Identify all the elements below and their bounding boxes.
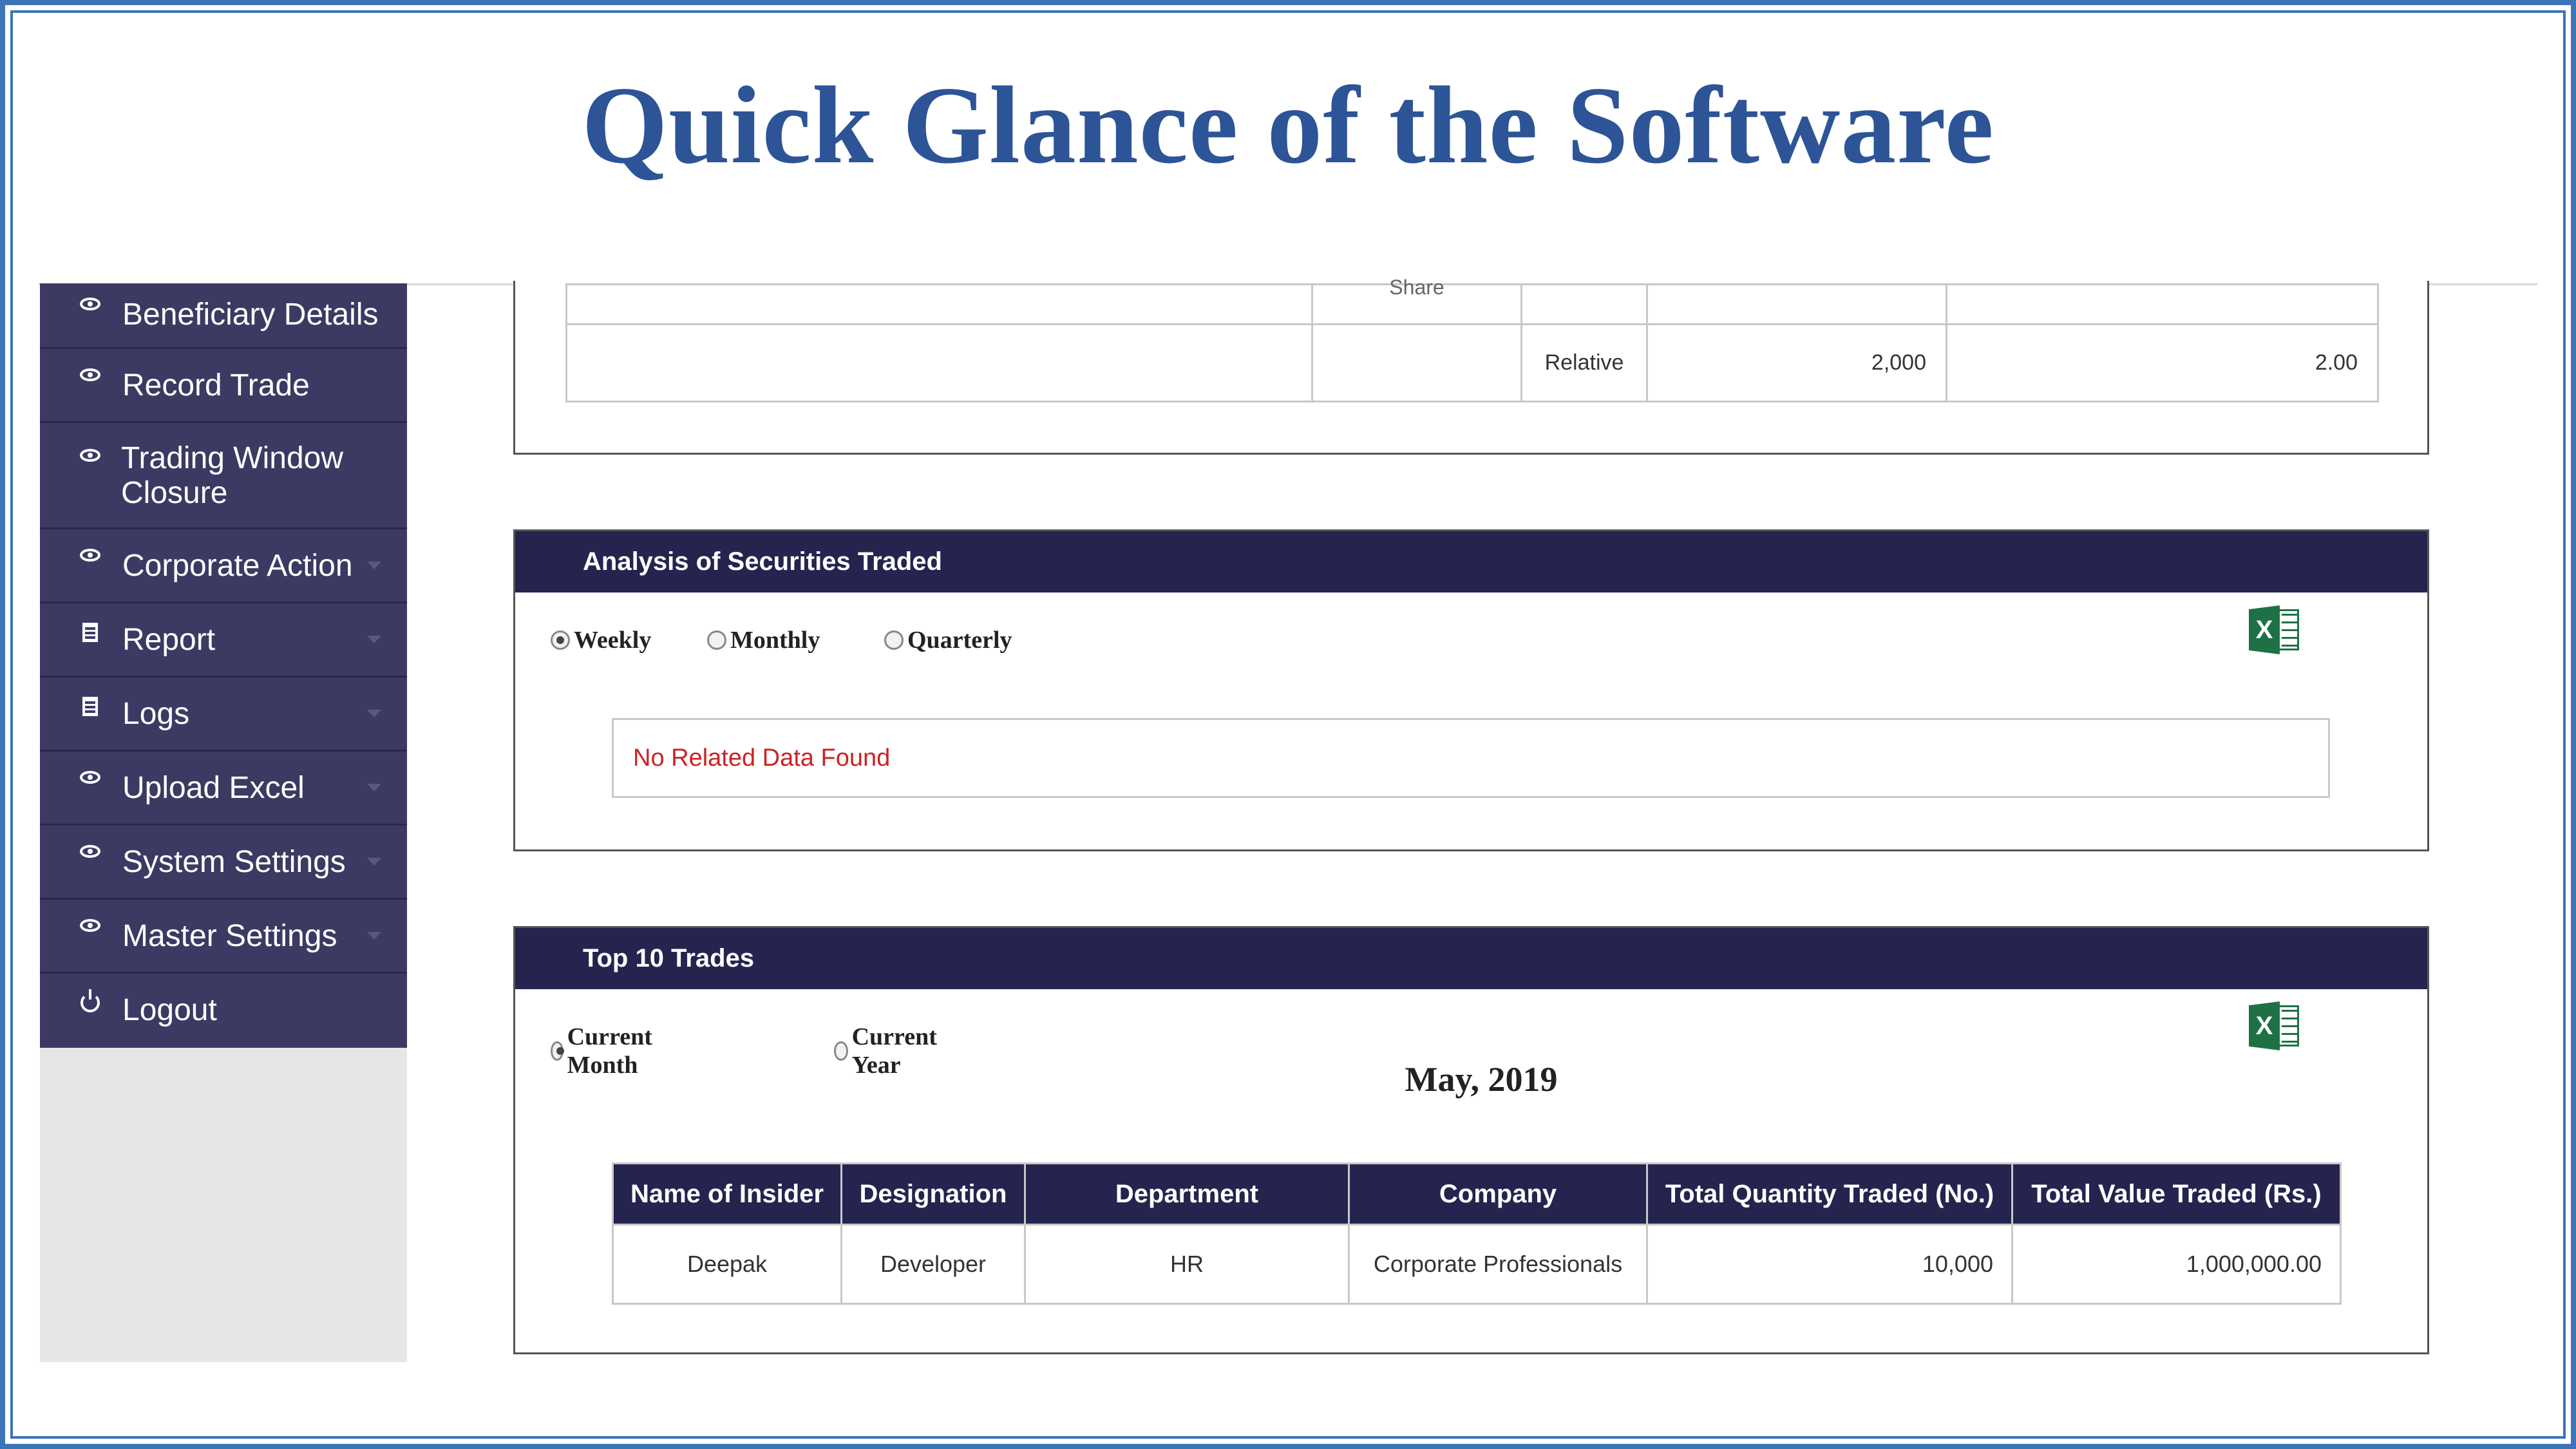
column-header: Total Quantity Traded (No.) bbox=[1646, 1162, 2013, 1226]
radio-icon bbox=[551, 1041, 564, 1061]
relation-cell: Relative bbox=[1520, 323, 1648, 402]
sidebar-item-label: Trading Window Closure bbox=[121, 441, 344, 510]
column-header: Name of Insider bbox=[612, 1162, 842, 1226]
sidebar-item-label: Report bbox=[122, 623, 216, 657]
sidebar: Beneficiary Details Record Trade Trading… bbox=[40, 283, 407, 1362]
designation-cell: Developer bbox=[840, 1224, 1026, 1305]
sidebar-menu: Beneficiary Details Record Trade Trading… bbox=[40, 283, 407, 1048]
sidebar-item-record-trade[interactable]: Record Trade bbox=[40, 349, 407, 423]
eye-icon bbox=[71, 549, 109, 562]
sidebar-item-label: Logs bbox=[122, 697, 190, 731]
sidebar-item-master-settings[interactable]: Master Settings bbox=[40, 900, 407, 974]
eye-icon bbox=[71, 368, 109, 381]
chevron-down-icon bbox=[367, 932, 381, 940]
document-icon bbox=[71, 697, 109, 716]
eye-icon bbox=[71, 449, 109, 462]
radio-icon bbox=[551, 630, 570, 650]
slide-title: Quick Glance of the Software bbox=[582, 64, 1994, 187]
chevron-down-icon bbox=[367, 858, 381, 866]
sidebar-item-label: Upload Excel bbox=[122, 771, 305, 805]
sidebar-item-report[interactable]: Report bbox=[40, 603, 407, 677]
radio-quarterly[interactable]: Quarterly bbox=[884, 626, 1012, 654]
chevron-down-icon bbox=[367, 710, 381, 717]
sidebar-item-label: System Settings bbox=[122, 845, 346, 879]
period-label: May, 2019 bbox=[1405, 1060, 1558, 1099]
truncated-cell: Share bbox=[1311, 277, 1522, 325]
analysis-panel: Analysis of Securities Traded bbox=[513, 529, 2429, 851]
quantity-cell: 10,000 bbox=[1646, 1224, 2013, 1305]
sidebar-item-corporate-action[interactable]: Corporate Action bbox=[40, 529, 407, 603]
document-icon bbox=[71, 623, 109, 642]
panel-title: Analysis of Securities Traded bbox=[515, 531, 2427, 592]
chevron-down-icon bbox=[367, 636, 381, 643]
value-cell: 1,000,000.00 bbox=[2011, 1224, 2342, 1305]
quantity-cell: 2,000 bbox=[1646, 323, 1947, 402]
table-row: Relative 2,000 2.00 bbox=[565, 323, 2379, 402]
eye-icon bbox=[71, 919, 109, 932]
radio-current-year[interactable]: Current Year bbox=[834, 1023, 942, 1079]
column-header: Total Value Traded (Rs.) bbox=[2011, 1162, 2342, 1226]
sidebar-item-system-settings[interactable]: System Settings bbox=[40, 826, 407, 900]
radio-monthly[interactable]: Monthly bbox=[707, 626, 820, 654]
department-cell: HR bbox=[1024, 1224, 1350, 1305]
column-header: Department bbox=[1024, 1162, 1350, 1226]
power-icon bbox=[71, 989, 109, 1012]
sidebar-item-trading-window-closure[interactable]: Trading Window Closure bbox=[40, 423, 407, 529]
sidebar-item-label: Beneficiary Details bbox=[122, 298, 379, 332]
sidebar-item-beneficiary-details[interactable]: Beneficiary Details bbox=[40, 283, 407, 349]
sidebar-item-label: Master Settings bbox=[122, 919, 337, 953]
radio-icon bbox=[884, 630, 904, 650]
eye-icon bbox=[71, 298, 109, 310]
value-cell: 2.00 bbox=[1946, 323, 2379, 402]
radio-weekly[interactable]: Weekly bbox=[551, 626, 651, 654]
sidebar-item-label: Corporate Action bbox=[122, 549, 353, 583]
sidebar-item-label: Logout bbox=[122, 993, 217, 1027]
chevron-down-icon bbox=[367, 562, 381, 569]
company-cell: Corporate Professionals bbox=[1348, 1224, 1648, 1305]
eye-icon bbox=[71, 845, 109, 858]
chevron-down-icon bbox=[367, 784, 381, 791]
radio-current-month[interactable]: Current Month bbox=[551, 1023, 659, 1079]
sidebar-item-logs[interactable]: Logs bbox=[40, 677, 407, 752]
radio-icon bbox=[707, 630, 726, 650]
table-row: Deepak Developer HR Corporate Profession… bbox=[612, 1224, 2342, 1305]
radio-icon bbox=[834, 1041, 848, 1061]
sidebar-item-logout[interactable]: Logout bbox=[40, 974, 407, 1048]
sidebar-item-label: Record Trade bbox=[122, 368, 310, 402]
column-header: Designation bbox=[840, 1162, 1026, 1226]
empty-state-message: No Related Data Found bbox=[612, 718, 2330, 798]
excel-icon[interactable]: X bbox=[2249, 605, 2300, 654]
sidebar-item-upload-excel[interactable]: Upload Excel bbox=[40, 752, 407, 826]
excel-icon[interactable]: X bbox=[2249, 1001, 2300, 1050]
eye-icon bbox=[71, 771, 109, 784]
panel-title: Top 10 Trades bbox=[515, 928, 2427, 989]
top-trades-table: Name of Insider Designation Department C… bbox=[612, 1162, 2342, 1305]
insider-name-cell: Deepak bbox=[612, 1224, 842, 1305]
holding-table-fragment: Share Relative 2,000 2.00 bbox=[565, 277, 2379, 402]
column-header: Company bbox=[1348, 1162, 1648, 1226]
